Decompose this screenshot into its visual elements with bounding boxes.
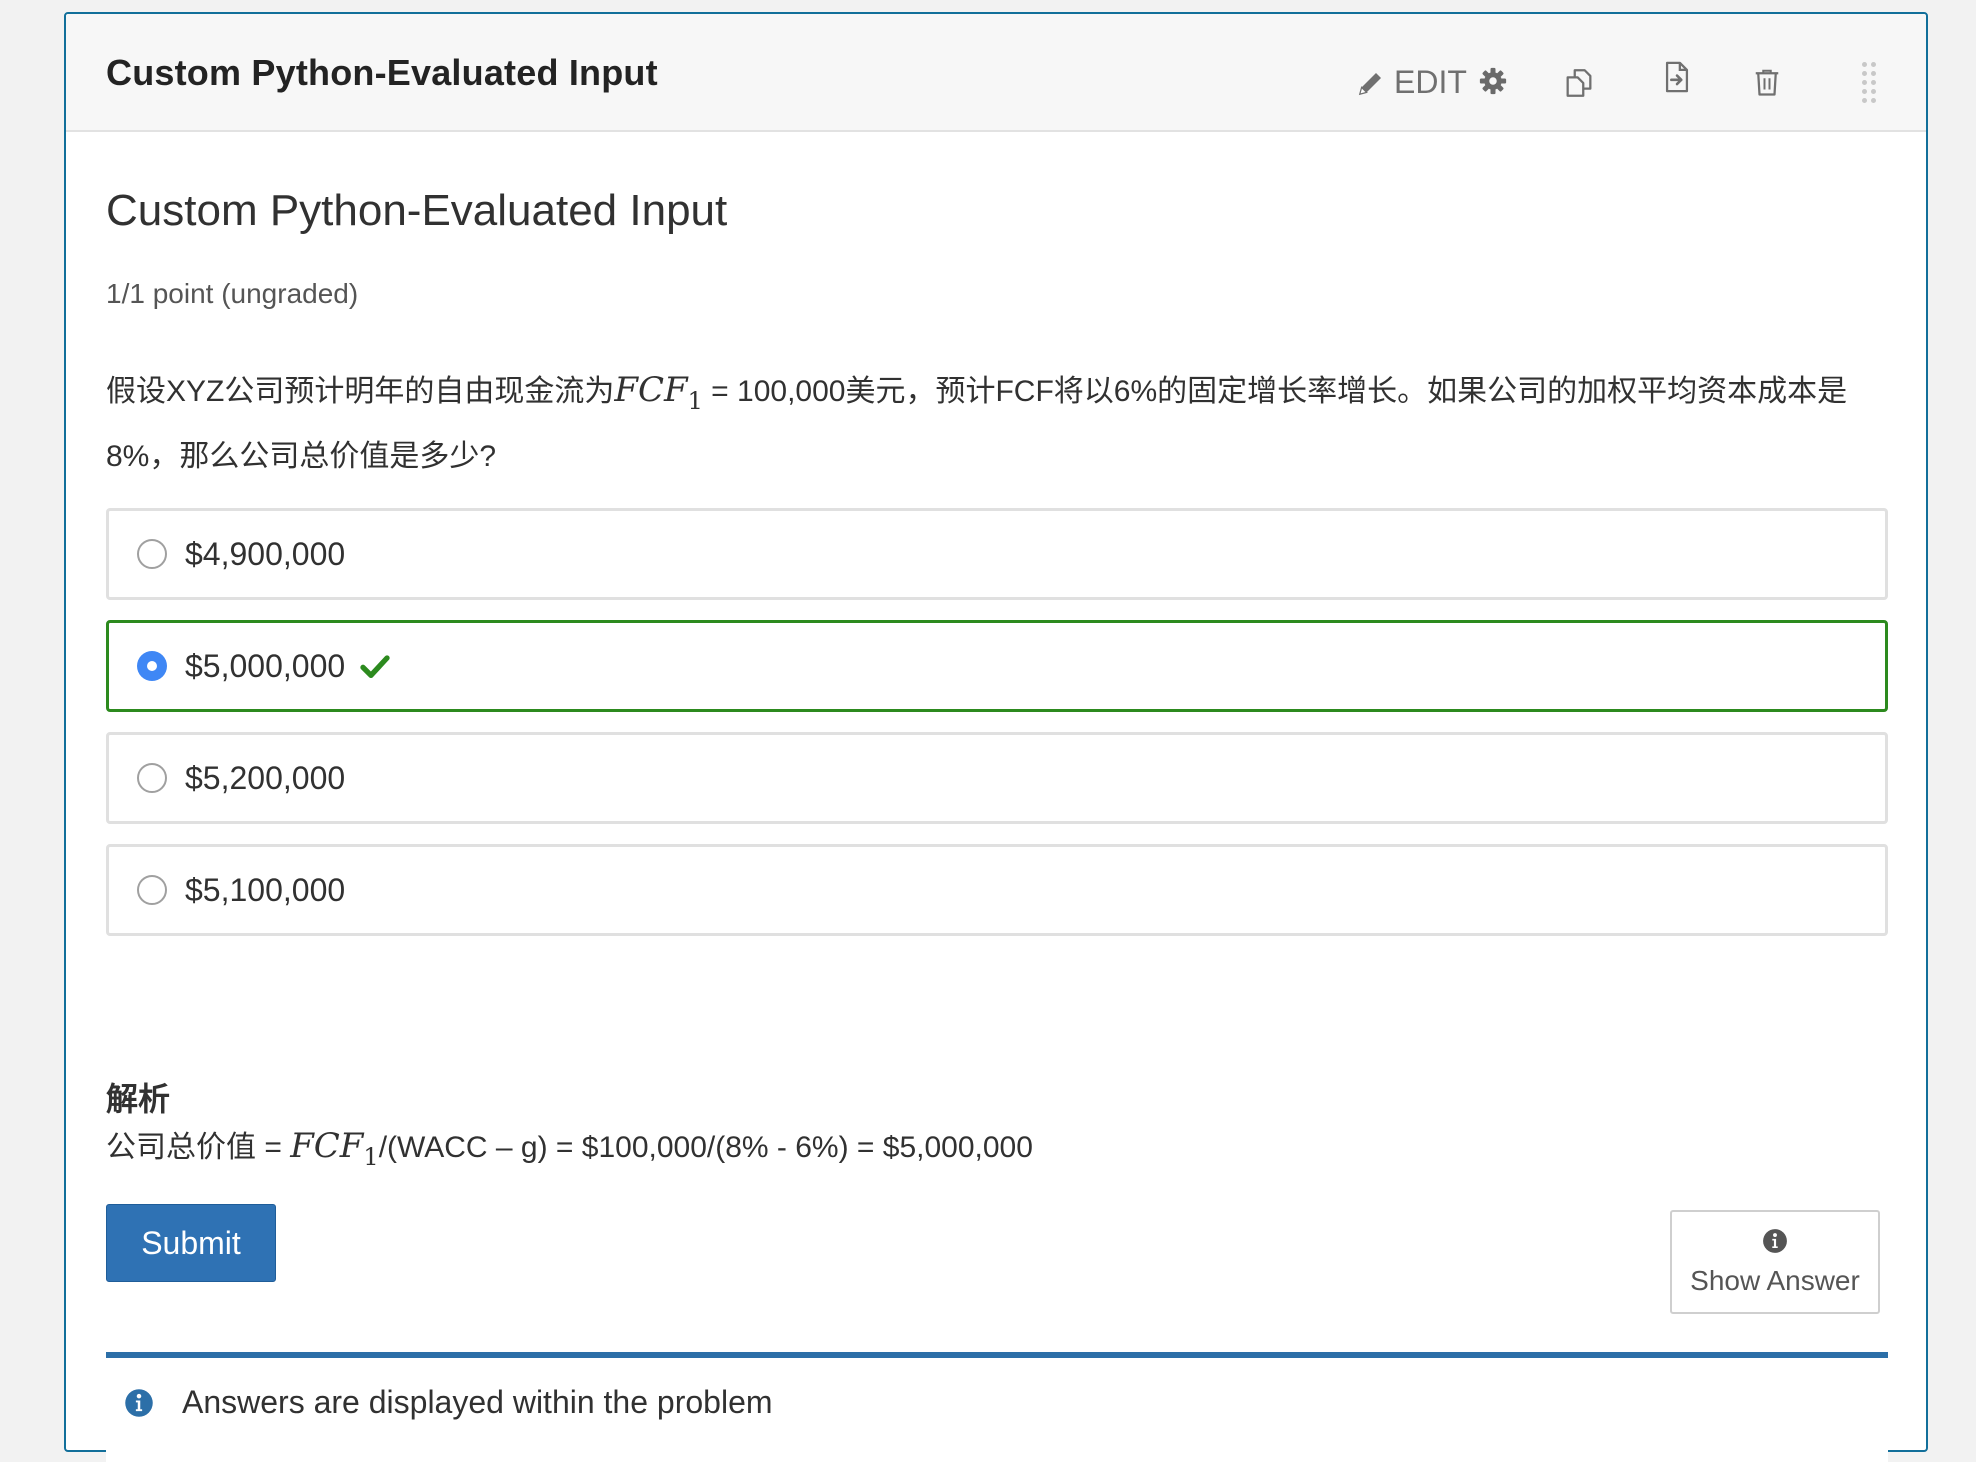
choice-option-2[interactable]: $5,000,000 bbox=[106, 620, 1888, 712]
solution-text: 公司总价值 = FCF1/(WACC – g) = $100,000/(8% -… bbox=[106, 1126, 1033, 1171]
choice-label-1: $4,900,000 bbox=[185, 535, 346, 572]
info-icon bbox=[124, 1388, 154, 1423]
choice-radio-1[interactable] bbox=[137, 539, 167, 569]
card-header: Custom Python-Evaluated Input EDIT bbox=[66, 14, 1926, 132]
duplicate-icon bbox=[1562, 66, 1596, 100]
choice-option-3[interactable]: $5,200,000 bbox=[106, 732, 1888, 824]
show-answer-button[interactable]: Show Answer bbox=[1670, 1210, 1880, 1314]
problem-title: Custom Python-Evaluated Input bbox=[106, 186, 728, 235]
problem-card: Custom Python-Evaluated Input EDIT Custo… bbox=[64, 12, 1928, 1462]
duplicate-button[interactable] bbox=[1562, 66, 1596, 100]
info-icon bbox=[1762, 1228, 1788, 1259]
solution-heading: 解析 bbox=[106, 1081, 171, 1117]
answer-notification: Answers are displayed within the problem bbox=[106, 1352, 1888, 1462]
notification-text: Answers are displayed within the problem bbox=[182, 1384, 773, 1420]
gear-icon bbox=[1478, 66, 1508, 96]
move-icon bbox=[1660, 58, 1694, 96]
choice-option-1[interactable]: $4,900,000 bbox=[106, 508, 1888, 600]
show-answer-label: Show Answer bbox=[1690, 1264, 1860, 1296]
move-button[interactable] bbox=[1660, 58, 1694, 96]
delete-button[interactable] bbox=[1752, 66, 1782, 98]
edit-label: EDIT bbox=[1394, 64, 1467, 100]
problem-progress: 1/1 point (ungraded) bbox=[106, 278, 359, 309]
choice-radio-3[interactable] bbox=[137, 763, 167, 793]
trash-icon bbox=[1752, 66, 1782, 98]
drag-handle-icon[interactable] bbox=[1862, 62, 1876, 106]
choice-label-4: $5,100,000 bbox=[185, 871, 346, 908]
question-prefix: 假设XYZ公司预计明年的自由现金流为 bbox=[106, 375, 615, 408]
solution-math: FCF1 bbox=[290, 1126, 379, 1171]
question-text: 假设XYZ公司预计明年的自由现金流为FCF1 = 100,000美元，预计FCF… bbox=[106, 362, 1896, 485]
submit-button[interactable]: Submit bbox=[106, 1204, 276, 1282]
choice-radio-4[interactable] bbox=[137, 875, 167, 905]
choice-radio-2[interactable] bbox=[137, 651, 167, 681]
question-math: FCF1 bbox=[614, 370, 703, 415]
edit-button[interactable]: EDIT bbox=[1356, 64, 1467, 101]
checkmark-icon bbox=[357, 650, 393, 682]
component-title: Custom Python-Evaluated Input bbox=[106, 52, 658, 93]
choice-option-4[interactable]: $5,100,000 bbox=[106, 844, 1888, 936]
choice-label-3: $5,200,000 bbox=[185, 759, 346, 796]
choice-label-2: $5,000,000 bbox=[185, 647, 346, 684]
settings-button[interactable] bbox=[1478, 66, 1508, 96]
pencil-icon bbox=[1356, 68, 1386, 98]
